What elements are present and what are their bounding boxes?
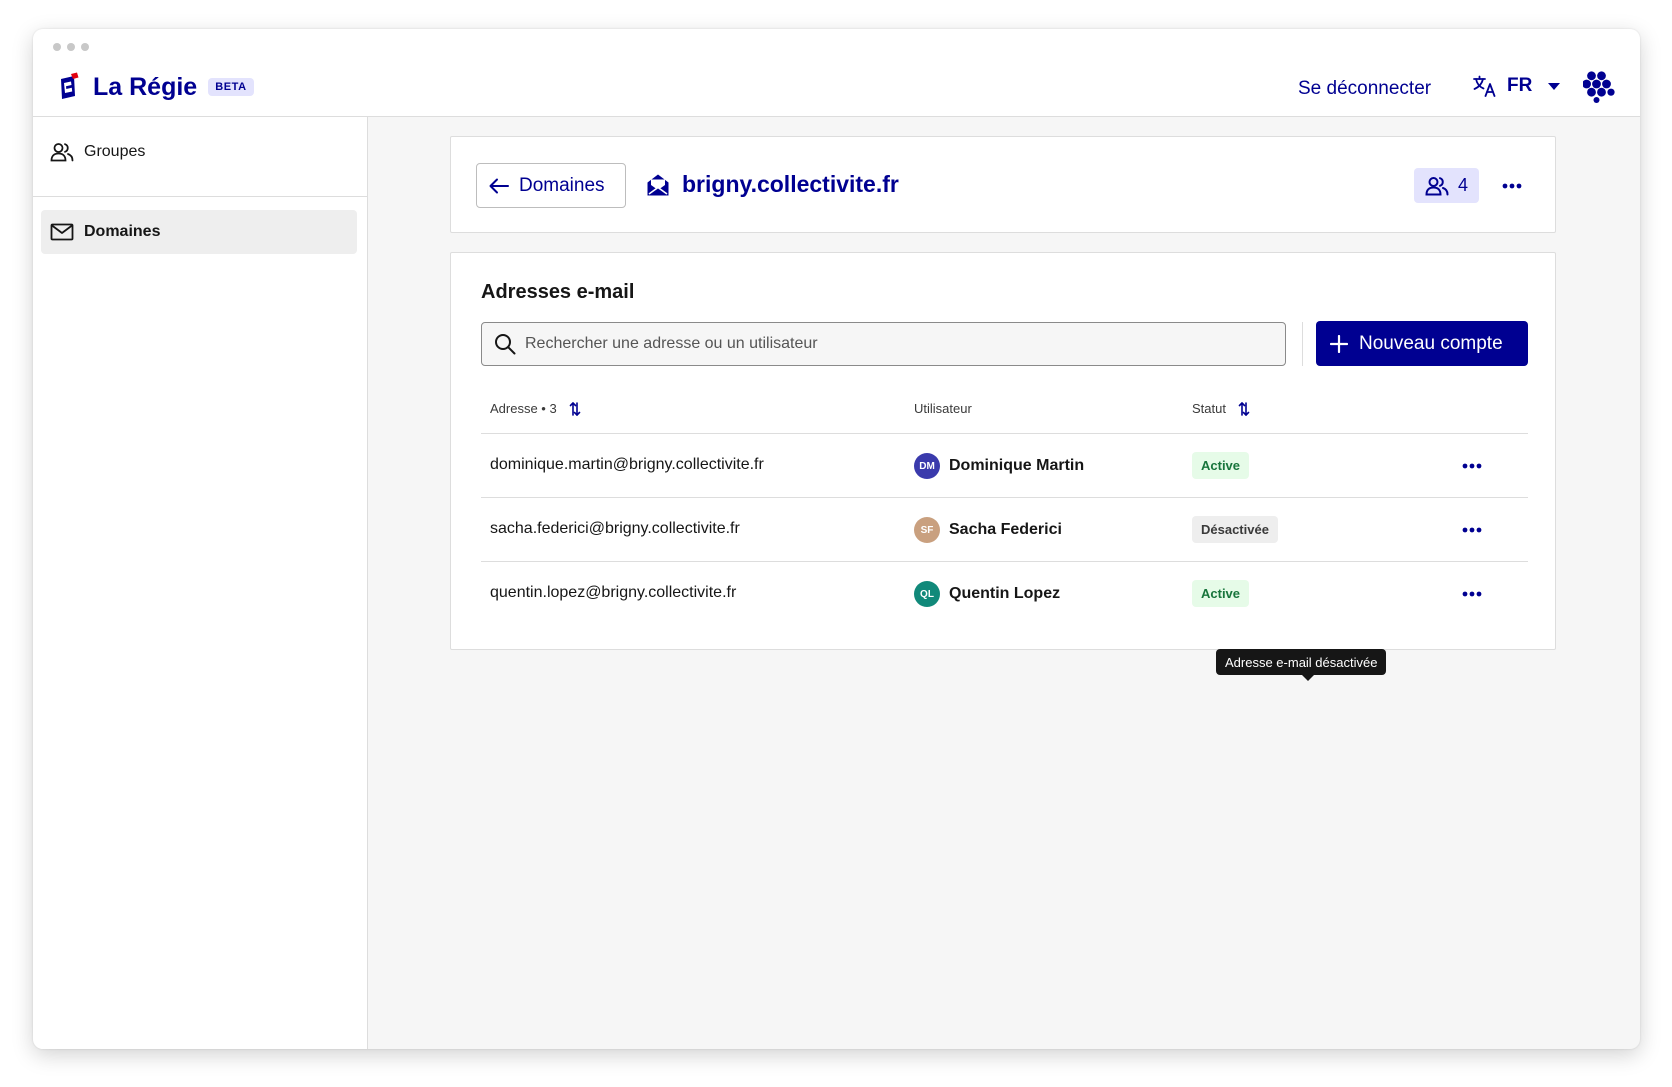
user-name: Quentin Lopez — [949, 585, 1061, 602]
user-cell: QL Quentin Lopez — [914, 581, 1060, 607]
mail-open-icon — [647, 174, 669, 195]
status-badge: Active — [1192, 580, 1250, 607]
row-more-options-button[interactable] — [1456, 578, 1488, 610]
sidebar-item-domaines[interactable]: Domaines — [41, 210, 357, 254]
column-header-status[interactable]: Statut — [1192, 401, 1250, 416]
arrow-left-icon — [489, 178, 509, 193]
beta-badge: BETA — [208, 78, 254, 96]
email-address: dominique.martin@brigny.collectivite.fr — [490, 456, 764, 473]
status-badge: Désactivée — [1192, 516, 1278, 543]
window-dot — [67, 43, 75, 51]
top-bar: La Régie BETA Se déconnecter FR — [33, 29, 1640, 117]
table-row[interactable]: sacha.federici@brigny.collectivite.fr SF… — [481, 497, 1528, 561]
user-cell: DM Dominique Martin — [914, 453, 1084, 479]
language-selector[interactable]: FR — [1473, 75, 1561, 97]
window-dot — [81, 43, 89, 51]
app-name: La Régie — [93, 72, 198, 101]
more-horizontal-icon — [1462, 463, 1482, 469]
email-address: quentin.lopez@brigny.collectivite.fr — [490, 584, 737, 601]
status-badge: Active — [1192, 452, 1250, 479]
search-field[interactable] — [481, 322, 1286, 366]
column-header-user: Utilisateur — [914, 401, 972, 416]
column-header-label: Statut — [1192, 401, 1226, 416]
table-row[interactable]: dominique.martin@brigny.collectivite.fr … — [481, 433, 1528, 497]
column-header-label: Utilisateur — [914, 401, 972, 416]
plus-icon — [1330, 334, 1348, 353]
app-logo[interactable]: La Régie BETA — [57, 72, 254, 102]
users-icon — [50, 143, 74, 162]
user-cell: SF Sacha Federici — [914, 517, 1062, 543]
window-dot — [53, 43, 61, 51]
window-controls — [53, 43, 89, 51]
domain-members-button[interactable]: 4 — [1414, 168, 1479, 203]
language-code: FR — [1507, 75, 1533, 96]
more-horizontal-icon — [1502, 183, 1522, 189]
sort-icon — [1238, 401, 1250, 416]
user-name: Sacha Federici — [949, 521, 1062, 538]
search-input[interactable] — [525, 335, 1265, 353]
domain-header-card: Domaines brigny.collectivite.fr 4 — [450, 136, 1556, 233]
domain-name: brigny.collectivite.fr — [682, 171, 899, 197]
apps-grid-icon[interactable] — [1583, 71, 1615, 103]
more-horizontal-icon — [1462, 527, 1482, 533]
avatar: QL — [914, 581, 940, 607]
members-count: 4 — [1457, 175, 1468, 195]
app-window: La Régie BETA Se déconnecter FR Groupes … — [33, 29, 1640, 1049]
translate-icon — [1473, 75, 1496, 97]
more-horizontal-icon — [1462, 591, 1482, 597]
user-name: Dominique Martin — [949, 457, 1085, 474]
sidebar-divider — [33, 196, 368, 197]
avatar: DM — [914, 453, 940, 479]
table-row[interactable]: quentin.lopez@brigny.collectivite.fr QL … — [481, 561, 1528, 625]
section-title: Adresses e-mail — [481, 281, 635, 303]
logout-link[interactable]: Se déconnecter — [1298, 78, 1431, 100]
domain-title: brigny.collectivite.fr — [646, 171, 899, 198]
row-more-options-button[interactable] — [1456, 514, 1488, 546]
users-icon — [1425, 176, 1449, 195]
email-addresses-card: Adresses e-mail Nouveau compte Adresse •… — [450, 252, 1556, 650]
back-button-label: Domaines — [519, 174, 605, 196]
toolbar-divider — [1302, 322, 1303, 366]
search-icon — [495, 334, 516, 355]
mail-icon — [50, 223, 74, 241]
sidebar-item-label: Domaines — [84, 223, 161, 240]
column-header-label: Adresse • 3 — [490, 401, 557, 416]
sidebar: Groupes Domaines — [33, 117, 368, 1049]
row-more-options-button[interactable] — [1456, 450, 1488, 482]
domain-more-options-button[interactable] — [1496, 170, 1528, 202]
sort-icon — [569, 401, 581, 416]
la-regie-logo-icon — [61, 72, 79, 99]
back-to-domains-button[interactable]: Domaines — [476, 163, 626, 208]
status-tooltip: Adresse e-mail désactivée — [1216, 649, 1387, 681]
new-account-button[interactable]: Nouveau compte — [1316, 321, 1528, 366]
column-header-address[interactable]: Adresse • 3 — [490, 401, 581, 416]
new-account-button-label: Nouveau compte — [1359, 332, 1503, 354]
caret-down-icon — [1548, 82, 1561, 90]
email-address: sacha.federici@brigny.collectivite.fr — [490, 520, 740, 537]
avatar: SF — [914, 517, 940, 543]
sidebar-item-groupes[interactable]: Groupes — [41, 130, 357, 174]
sidebar-item-label: Groupes — [84, 143, 146, 160]
